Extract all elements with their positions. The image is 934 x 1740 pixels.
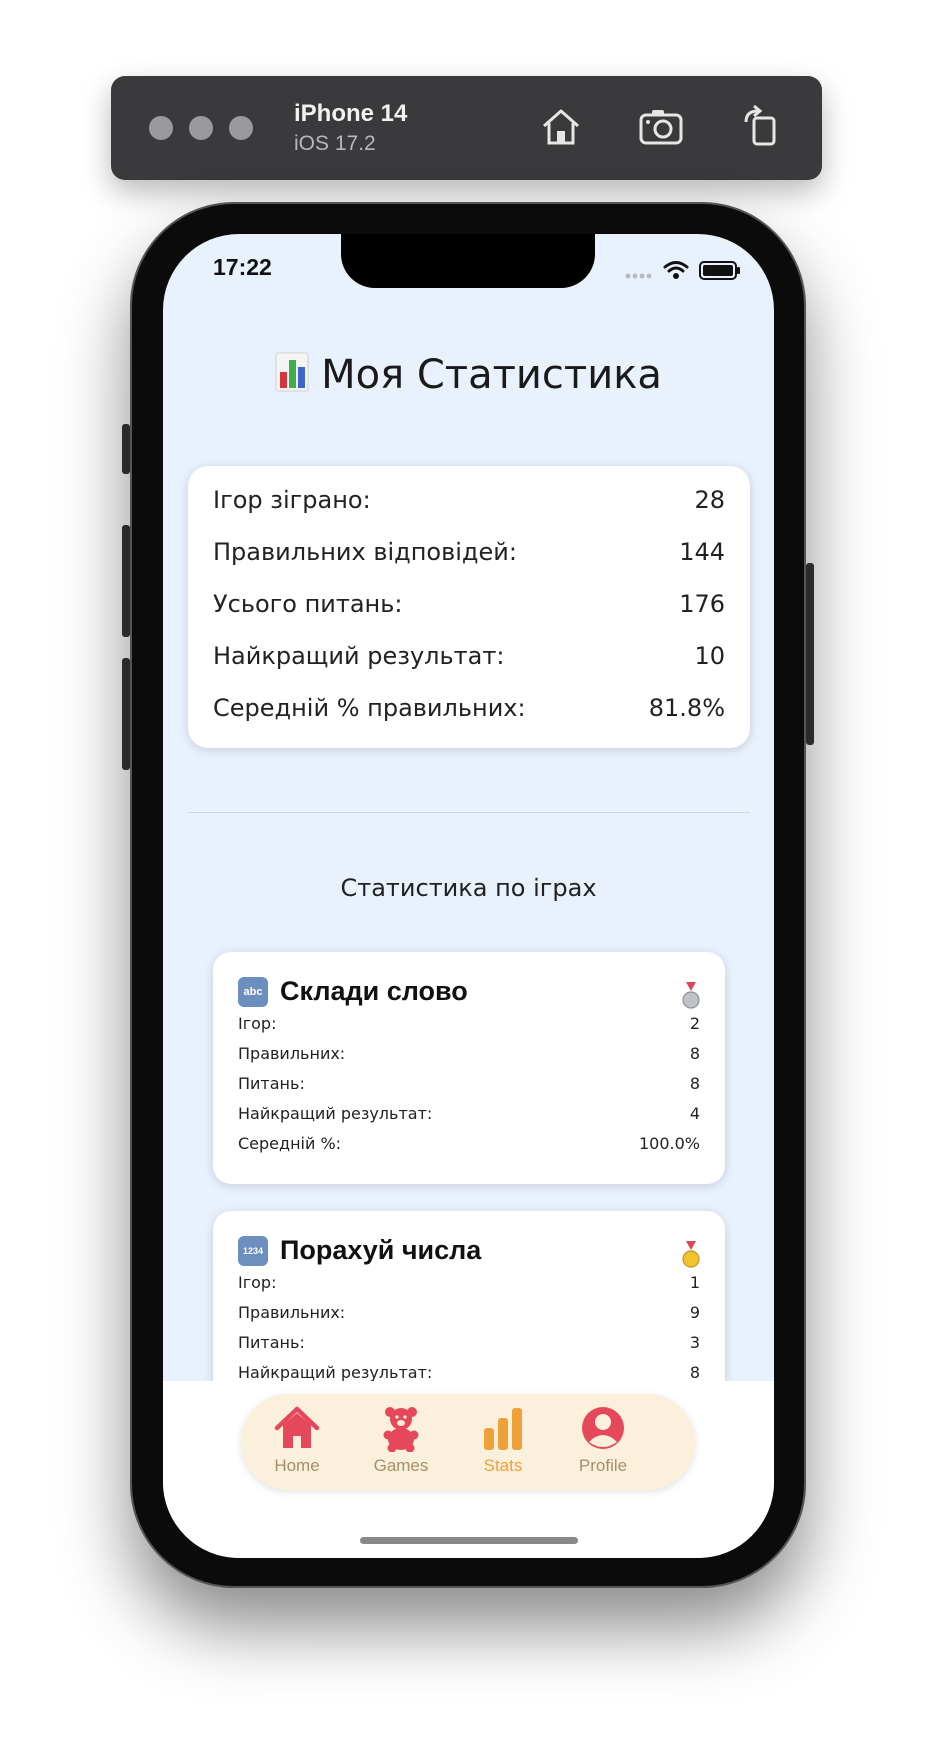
game-card-title: 1234 Порахуй числа bbox=[238, 1235, 481, 1266]
profile-icon bbox=[582, 1407, 624, 1449]
summary-value: 81.8% bbox=[648, 694, 725, 722]
game-name: Склади слово bbox=[280, 976, 468, 1006]
status-icons bbox=[625, 261, 740, 280]
abc-emoji: abc bbox=[238, 976, 268, 1007]
tab-label: Profile bbox=[578, 1456, 628, 1475]
page-title: Моя Статистика bbox=[163, 352, 774, 398]
cellular-icon bbox=[625, 273, 652, 279]
power-button bbox=[806, 563, 814, 745]
status-time: 17:22 bbox=[213, 254, 272, 280]
summary-value: 28 bbox=[694, 486, 725, 514]
window-minimize-dot[interactable] bbox=[189, 116, 213, 140]
summary-row: Усього питань: 176 bbox=[213, 584, 725, 624]
window-zoom-dot[interactable] bbox=[229, 116, 253, 140]
tab-bar: Home Games Stats Profile bbox=[241, 1394, 695, 1490]
rotate-icon[interactable] bbox=[736, 102, 786, 152]
home-indicator bbox=[360, 1537, 578, 1544]
game-stat-row: Ігор: 1 bbox=[238, 1272, 700, 1292]
tab-stats[interactable]: Stats bbox=[453, 1404, 553, 1476]
notch bbox=[341, 234, 595, 288]
game-stat-row: Правильних: 9 bbox=[238, 1302, 700, 1322]
os-version: iOS 17.2 bbox=[294, 132, 376, 155]
bar-chart-icon bbox=[484, 1408, 522, 1450]
section-divider bbox=[188, 812, 750, 813]
game-name: Порахуй числа bbox=[280, 1235, 482, 1265]
tab-games[interactable]: Games bbox=[351, 1404, 451, 1476]
summary-value: 10 bbox=[694, 642, 725, 670]
tab-label: Stats bbox=[483, 1456, 523, 1475]
page-title-text: Моя Статистика bbox=[321, 352, 662, 398]
home-icon[interactable] bbox=[536, 102, 586, 152]
tab-profile[interactable]: Profile bbox=[553, 1404, 653, 1476]
gold-medal-icon bbox=[682, 1241, 700, 1268]
tab-label: Home bbox=[274, 1456, 320, 1475]
summary-row: Найкращий результат: 10 bbox=[213, 636, 725, 676]
game-stat-row: Ігор: 2 bbox=[238, 1013, 700, 1033]
teddy-bear-icon bbox=[383, 1407, 419, 1452]
game-stat-row: Середній %: 100.0% bbox=[238, 1133, 700, 1153]
tab-label: Games bbox=[373, 1456, 429, 1475]
game-stat-row: Питань: 3 bbox=[238, 1332, 700, 1352]
game-stat-row: Найкращий результат: 4 bbox=[238, 1103, 700, 1123]
volume-up-button bbox=[122, 525, 130, 637]
game-card[interactable]: abc Склади слово Ігор: 2 Правильних: 8 Пит… bbox=[213, 952, 725, 1184]
bar-chart-emoji bbox=[275, 352, 309, 392]
volume-down-button bbox=[122, 658, 130, 770]
game-stat-row: Питань: 8 bbox=[238, 1073, 700, 1093]
home-icon bbox=[274, 1406, 320, 1448]
battery-icon bbox=[699, 261, 740, 280]
numbers-emoji: 1234 bbox=[238, 1235, 268, 1266]
tab-home[interactable]: Home bbox=[247, 1404, 347, 1476]
app-screen: 17:22 Моя Статистика Ігор зіграно: 28 Пр… bbox=[163, 234, 774, 1558]
silver-medal-icon bbox=[682, 982, 700, 1009]
game-stat-row: Правильних: 8 bbox=[238, 1043, 700, 1063]
summary-label: Найкращий результат: bbox=[213, 642, 505, 670]
simulator-toolbar: iPhone 14 iOS 17.2 bbox=[111, 76, 822, 180]
summary-value: 176 bbox=[679, 590, 725, 618]
screenshot-icon[interactable] bbox=[636, 102, 686, 152]
summary-value: 144 bbox=[679, 538, 725, 566]
summary-card: Ігор зіграно: 28 Правильних відповідей: … bbox=[188, 466, 750, 748]
summary-row: Середній % правильних: 81.8% bbox=[213, 688, 725, 728]
summary-label: Правильних відповідей: bbox=[213, 538, 517, 566]
window-close-dot[interactable] bbox=[149, 116, 173, 140]
summary-label: Ігор зіграно: bbox=[213, 486, 371, 514]
game-card-title: abc Склади слово bbox=[238, 976, 468, 1007]
summary-row: Правильних відповідей: 144 bbox=[213, 532, 725, 572]
summary-label: Усього питань: bbox=[213, 590, 403, 618]
device-name: iPhone 14 bbox=[294, 100, 408, 127]
section-title: Статистика по іграх bbox=[340, 874, 597, 902]
wifi-icon bbox=[663, 261, 689, 273]
summary-row: Ігор зіграно: 28 bbox=[213, 480, 725, 520]
summary-label: Середній % правильних: bbox=[213, 694, 526, 722]
mute-switch bbox=[122, 424, 130, 474]
